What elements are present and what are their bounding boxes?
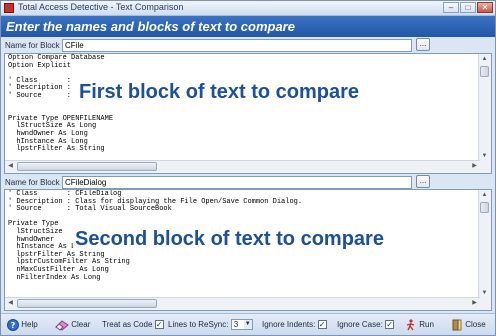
block1-overlay-text: First block of text to compare — [77, 81, 362, 104]
close-window-button[interactable]: ✕ — [477, 2, 493, 13]
help-button[interactable]: ? Help — [7, 319, 38, 331]
block2-vscroll-thumb[interactable] — [480, 202, 489, 213]
chevron-down-icon[interactable]: ▼ — [243, 320, 252, 330]
treat-as-code-label: Treat as Code — [102, 320, 153, 329]
ignore-indents-checkbox[interactable]: ✓ — [317, 320, 327, 330]
main-window: Total Access Detective - Text Comparison… — [0, 0, 496, 336]
block1-vscroll-thumb[interactable] — [480, 66, 489, 77]
bottom-toolbar: ? Help Clear Treat as Code ✓ Lines to Re… — [1, 313, 495, 335]
block1-scroll-corner — [479, 161, 491, 173]
run-icon — [406, 319, 415, 331]
treat-as-code-option[interactable]: Treat as Code ✓ — [102, 319, 164, 331]
block2-textbox[interactable]: ' Class : CFileDialog ' Description : Cl… — [4, 189, 492, 311]
header-band: Enter the names and blocks of text to co… — [1, 16, 495, 37]
maximize-button[interactable]: □ — [460, 2, 476, 13]
block2-horizontal-scrollbar[interactable]: ◀ ▶ — [5, 297, 480, 310]
lines-to-resync-select[interactable]: 3 ▼ — [230, 319, 253, 331]
block1-name-input[interactable]: CFile — [62, 39, 412, 52]
scroll-left-icon[interactable]: ◀ — [5, 161, 16, 172]
help-icon: ? — [7, 319, 19, 331]
treat-as-code-checkbox[interactable]: ✓ — [154, 320, 164, 330]
scroll-up-icon[interactable]: ▲ — [479, 190, 490, 201]
close-label: Close — [465, 320, 486, 330]
block2-overlay-text: Second block of text to compare — [73, 228, 386, 251]
block1-textbox[interactable]: Option Compare Database Option Explicit … — [4, 53, 492, 174]
ignore-case-checkbox[interactable]: ✓ — [385, 320, 395, 330]
block2-hscroll-thumb[interactable] — [17, 299, 157, 308]
run-label: Run — [419, 320, 434, 330]
lines-to-resync-label: Lines to ReSync: — [168, 320, 229, 329]
ignore-case-option[interactable]: Ignore Case: ✓ — [337, 319, 395, 331]
scroll-up-icon[interactable]: ▲ — [479, 54, 490, 65]
run-button[interactable]: Run — [405, 319, 434, 331]
ignore-indents-option[interactable]: Ignore Indents: ✓ — [262, 319, 327, 331]
close-button[interactable]: Close — [451, 319, 486, 331]
block2-name-input[interactable]: CFileDialog — [62, 176, 412, 189]
block1-text: Option Compare Database Option Explicit … — [8, 54, 114, 154]
eraser-icon — [55, 320, 69, 331]
app-icon — [4, 3, 14, 13]
minimize-button[interactable]: – — [443, 2, 459, 13]
block2-scroll-corner — [479, 298, 491, 310]
block1-horizontal-scrollbar[interactable]: ◀ ▶ — [5, 160, 480, 173]
lines-to-resync-value: 3 — [233, 320, 239, 330]
lines-to-resync-option: Lines to ReSync: 3 ▼ — [168, 319, 253, 331]
block1-name-label: Name for Block 1: — [5, 41, 69, 50]
block1-name-row: Name for Block 1: CFile ... — [1, 38, 495, 54]
block1-vertical-scrollbar[interactable]: ▲ ▼ — [478, 54, 491, 162]
window-title: Total Access Detective - Text Comparison — [18, 2, 184, 12]
close-door-icon — [452, 319, 462, 331]
clear-button[interactable]: Clear — [55, 319, 90, 331]
ignore-indents-label: Ignore Indents: — [262, 320, 316, 329]
title-bar: Total Access Detective - Text Comparison… — [1, 1, 495, 16]
svg-text:?: ? — [11, 321, 16, 330]
window-controls: – □ ✕ — [443, 2, 493, 14]
block2-vertical-scrollbar[interactable]: ▲ ▼ — [478, 190, 491, 299]
clear-label: Clear — [71, 320, 91, 330]
block1-browse-button[interactable]: ... — [416, 38, 430, 51]
block2-name-label: Name for Block 2: — [5, 178, 69, 187]
help-label: Help — [21, 320, 38, 330]
block1-hscroll-thumb[interactable] — [17, 162, 157, 171]
header-instruction: Enter the names and blocks of text to co… — [6, 19, 295, 34]
block2-browse-button[interactable]: ... — [416, 175, 430, 188]
scroll-left-icon[interactable]: ◀ — [5, 298, 16, 309]
ignore-case-label: Ignore Case: — [337, 320, 383, 329]
